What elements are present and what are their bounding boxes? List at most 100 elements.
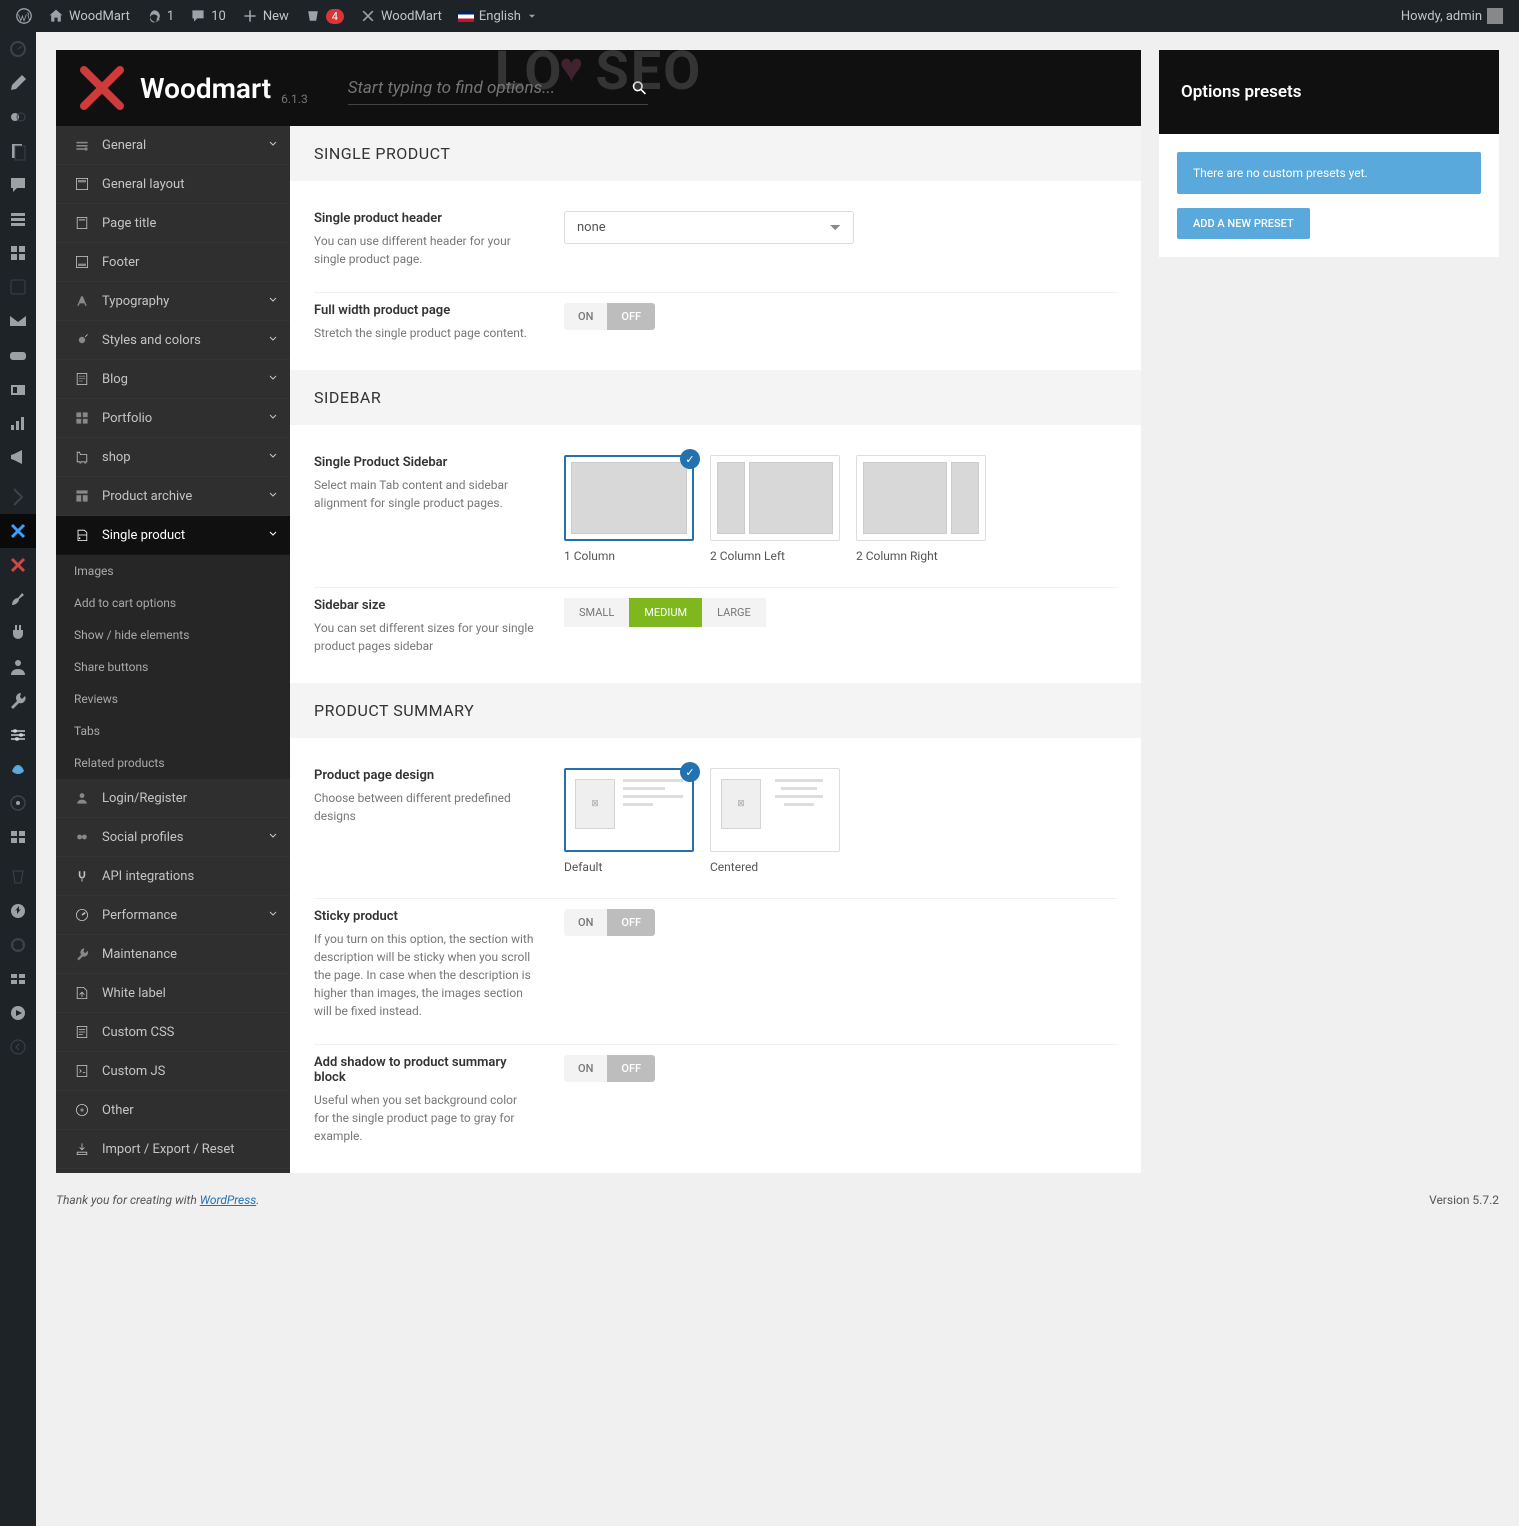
menu-item[interactable]: [0, 338, 36, 372]
shadow-toggle[interactable]: ON OFF: [564, 1055, 655, 1082]
field-sidebar-size: Sidebar size You can set different sizes…: [314, 588, 1117, 663]
sticky-toggle[interactable]: ON OFF: [564, 909, 655, 936]
menu-analytics[interactable]: [0, 406, 36, 440]
menu-item[interactable]: [0, 786, 36, 820]
menu-item[interactable]: [0, 894, 36, 928]
sidebar-item-styles-and-colors[interactable]: Styles and colors: [56, 321, 290, 360]
size-medium[interactable]: MEDIUM: [629, 598, 702, 627]
field-sidebar-layout: Single Product Sidebar Select main Tab c…: [314, 445, 1117, 588]
menu-collapse[interactable]: [0, 1030, 36, 1064]
sidebar-item-label: General layout: [102, 177, 184, 192]
wordpress-link[interactable]: WordPress: [200, 1193, 257, 1207]
field-label: Product page design: [314, 768, 534, 783]
sidebar-sub-add-to-cart-options[interactable]: Add to cart options: [56, 587, 290, 619]
sidebar-sub-related-products[interactable]: Related products: [56, 747, 290, 779]
sidebar-size-toggle[interactable]: SMALL MEDIUM LARGE: [564, 598, 766, 627]
updates-count[interactable]: 1: [138, 0, 182, 32]
layout-2-column-left[interactable]: 2 Column Left: [710, 455, 840, 563]
chevron-icon: [268, 411, 278, 426]
sidebar-item-performance[interactable]: Performance: [56, 896, 290, 935]
menu-icon: [74, 371, 90, 387]
language-switch[interactable]: English: [450, 0, 546, 32]
sidebar-item-portfolio[interactable]: Portfolio: [56, 399, 290, 438]
sidebar-item-general-layout[interactable]: General layout: [56, 165, 290, 204]
design-default[interactable]: ⊠ ✓ Default: [564, 768, 694, 874]
sidebar-item-white-label[interactable]: White label: [56, 974, 290, 1013]
menu-item[interactable]: [0, 304, 36, 338]
theme-link[interactable]: WoodMart: [352, 0, 450, 32]
sidebar-item-other[interactable]: Other: [56, 1091, 290, 1130]
sidebar-sub-tabs[interactable]: Tabs: [56, 715, 290, 747]
menu-item[interactable]: [0, 860, 36, 894]
menu-media[interactable]: [0, 100, 36, 134]
menu-item[interactable]: [0, 752, 36, 786]
menu-item[interactable]: [0, 996, 36, 1030]
menu-item[interactable]: [0, 928, 36, 962]
sidebar-item-general[interactable]: General: [56, 126, 290, 165]
comments-count[interactable]: 10: [182, 0, 234, 32]
menu-item[interactable]: [0, 202, 36, 236]
menu-item[interactable]: [0, 962, 36, 996]
menu-theme-x[interactable]: [0, 514, 36, 548]
sidebar-item-footer[interactable]: Footer: [56, 243, 290, 282]
size-small[interactable]: SMALL: [564, 598, 629, 627]
menu-item[interactable]: [0, 236, 36, 270]
sidebar-item-shop[interactable]: shop: [56, 438, 290, 477]
sidebar-item-product-archive[interactable]: Product archive: [56, 477, 290, 516]
sidebar-item-login-register[interactable]: Login/Register: [56, 779, 290, 818]
options-search[interactable]: [348, 72, 648, 105]
theme-header: LOSEO Woodmart 6.1.3: [56, 50, 1141, 126]
chevron-icon: [268, 450, 278, 465]
sidebar-sub-images[interactable]: Images: [56, 555, 290, 587]
toggle-on[interactable]: ON: [564, 1055, 607, 1082]
sidebar-item-custom-js[interactable]: Custom JS: [56, 1052, 290, 1091]
site-name[interactable]: WoodMart: [40, 0, 138, 32]
menu-appearance[interactable]: [0, 582, 36, 616]
menu-dashboard[interactable]: [0, 32, 36, 66]
sidebar-item-import-export-reset[interactable]: Import / Export / Reset: [56, 1130, 290, 1169]
search-input[interactable]: [348, 78, 631, 98]
toggle-on[interactable]: ON: [564, 909, 607, 936]
size-large[interactable]: LARGE: [702, 598, 766, 627]
layout-1-column[interactable]: ✓ 1 Column: [564, 455, 694, 563]
menu-settings[interactable]: [0, 718, 36, 752]
field-desc: You can set different sizes for your sin…: [314, 619, 534, 655]
menu-posts[interactable]: [0, 66, 36, 100]
wp-logo[interactable]: [8, 0, 40, 32]
menu-tools[interactable]: [0, 684, 36, 718]
toggle-off[interactable]: OFF: [607, 1055, 655, 1082]
menu-users[interactable]: [0, 650, 36, 684]
sidebar-item-maintenance[interactable]: Maintenance: [56, 935, 290, 974]
sidebar-sub-show-hide-elements[interactable]: Show / hide elements: [56, 619, 290, 651]
sidebar-sub-share-buttons[interactable]: Share buttons: [56, 651, 290, 683]
sidebar-item-page-title[interactable]: Page title: [56, 204, 290, 243]
menu-marketing[interactable]: [0, 440, 36, 474]
design-centered[interactable]: ⊠ Centered: [710, 768, 840, 874]
full-width-toggle[interactable]: ON OFF: [564, 303, 655, 330]
toggle-on[interactable]: ON: [564, 303, 607, 330]
layout-2-column-right[interactable]: 2 Column Right: [856, 455, 986, 563]
user-menu[interactable]: Howdy, admin: [1393, 0, 1511, 32]
menu-pages[interactable]: [0, 134, 36, 168]
new-content[interactable]: New: [234, 0, 297, 32]
sidebar-item-label: Typography: [102, 294, 169, 309]
menu-plugins[interactable]: [0, 616, 36, 650]
sidebar-item-api-integrations[interactable]: API integrations: [56, 857, 290, 896]
toggle-off[interactable]: OFF: [607, 909, 655, 936]
add-preset-button[interactable]: ADD A NEW PRESET: [1177, 208, 1310, 239]
sidebar-item-blog[interactable]: Blog: [56, 360, 290, 399]
menu-comments[interactable]: [0, 168, 36, 202]
menu-item[interactable]: [0, 270, 36, 304]
notif-count[interactable]: 4: [297, 0, 352, 32]
sidebar-item-social-profiles[interactable]: Social profiles: [56, 818, 290, 857]
sidebar-item-custom-css[interactable]: Custom CSS: [56, 1013, 290, 1052]
toggle-off[interactable]: OFF: [607, 303, 655, 330]
sidebar-item-typography[interactable]: Typography: [56, 282, 290, 321]
sidebar-item-single-product[interactable]: Single product: [56, 516, 290, 555]
sidebar-sub-reviews[interactable]: Reviews: [56, 683, 290, 715]
menu-theme-active[interactable]: [0, 548, 36, 582]
menu-item[interactable]: [0, 820, 36, 854]
menu-item[interactable]: [0, 372, 36, 406]
menu-item[interactable]: [0, 480, 36, 514]
header-select[interactable]: none: [564, 211, 854, 244]
